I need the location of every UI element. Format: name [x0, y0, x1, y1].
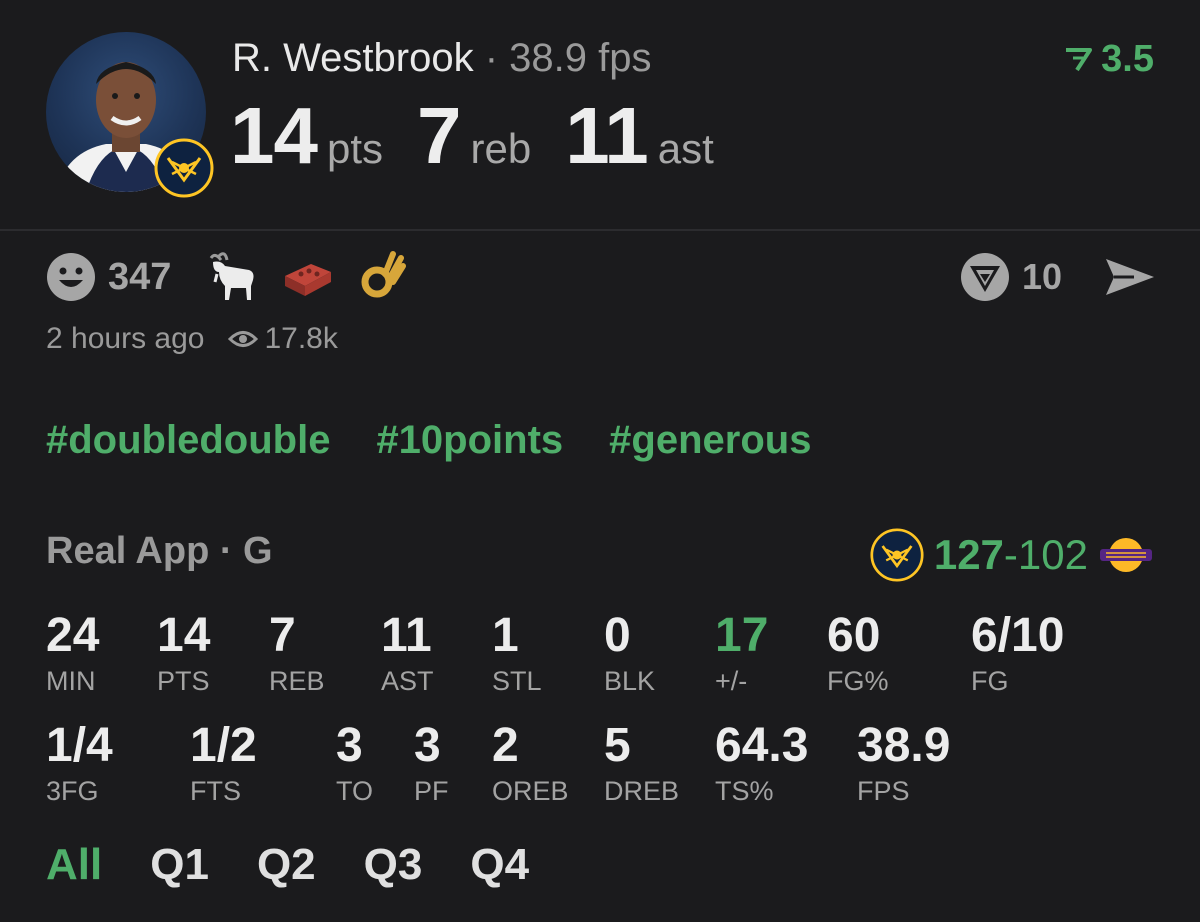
nuggets-logo-icon [870, 528, 924, 582]
stat-label: PTS [157, 666, 210, 696]
stat-to: 3 TO [336, 722, 373, 805]
stat-dreb: 5 DREB [604, 722, 679, 805]
reaction-bar: 347 [46, 250, 433, 304]
stat-value: 24 [46, 609, 100, 662]
stat-ast: 11 AST [381, 612, 434, 695]
rank-arrow-icon [1066, 47, 1093, 71]
hashtag-generous[interactable]: #generous [609, 418, 811, 463]
stat-label: MIN [46, 666, 96, 696]
stat-label: FPS [857, 776, 910, 806]
stat-stl: 1 STL [492, 612, 542, 695]
stat-label: FTS [190, 776, 241, 806]
eye-icon [228, 331, 259, 347]
stat-label: STL [492, 666, 542, 696]
headline-stats: 14 pts 7 reb 11 ast [230, 90, 748, 182]
headline-pts-unit: pts [326, 125, 384, 172]
stat-plus-minus: 17 +/- [715, 612, 768, 695]
stat-label: TS% [715, 776, 774, 806]
stat-label: BLK [604, 666, 656, 696]
stat-value: 14 [157, 609, 211, 662]
stat-oreb: 2 OREB [492, 722, 569, 805]
hashtag-10points[interactable]: #10points [376, 418, 563, 463]
post-meta: 2 hours ago 17.8k [46, 322, 338, 356]
score-dash: - [1003, 531, 1018, 578]
smiley-reaction-icon[interactable] [46, 252, 96, 302]
stat-label: AST [381, 666, 434, 696]
lakers-logo-icon [1100, 538, 1152, 572]
stat-3fg: 1/4 3FG [46, 722, 113, 805]
home-score: 127 [933, 531, 1004, 578]
stat-fps: 38.9 FPS [857, 722, 950, 805]
stat-value: 11 [381, 609, 432, 662]
tab-q4[interactable]: Q4 [470, 840, 529, 890]
period-tabs: All Q1 Q2 Q3 Q4 [46, 840, 577, 890]
headline-reb-value: 7 [417, 91, 461, 180]
view-count: 17.8k [228, 322, 338, 356]
stat-value: 7 [269, 609, 296, 662]
game-score[interactable]: 127-102 [870, 528, 1154, 582]
stat-label: DREB [604, 776, 680, 806]
stat-label: +/- [715, 666, 748, 696]
real-tag-icon[interactable] [960, 252, 1010, 302]
stat-value: 0 [604, 609, 631, 662]
stat-pts: 14 PTS [157, 612, 210, 695]
stat-min: 24 MIN [46, 612, 99, 695]
rank-badge[interactable]: 3.5 [1063, 38, 1154, 81]
stat-value: 6/10 [971, 609, 1065, 662]
stat-reb: 7 REB [269, 612, 325, 695]
tab-q2[interactable]: Q2 [257, 840, 316, 890]
divider [0, 229, 1200, 231]
goat-emoji-icon[interactable] [205, 250, 259, 304]
away-score: 102 [1017, 531, 1088, 578]
stat-value: 1/2 [190, 719, 257, 772]
stat-label: FG [971, 666, 1009, 696]
send-icon[interactable] [1104, 255, 1156, 299]
stat-value: 3 [414, 719, 441, 772]
stat-label: 3FG [46, 776, 99, 806]
stat-value: 5 [604, 719, 631, 772]
brick-emoji-icon[interactable] [281, 250, 335, 304]
ok-hand-emoji-icon[interactable] [357, 250, 411, 304]
stat-value: 60 [827, 609, 881, 662]
stat-value: 2 [492, 719, 519, 772]
view-count-value: 17.8k [264, 322, 338, 355]
headline-reb-unit: reb [470, 125, 532, 172]
headline-pts-value: 14 [230, 91, 318, 180]
separator-dot: · [484, 36, 499, 80]
headline-ast-value: 11 [565, 91, 649, 180]
reaction-count: 347 [108, 255, 172, 298]
tab-q3[interactable]: Q3 [364, 840, 423, 890]
stat-value: 17 [715, 609, 769, 662]
stats-source: Real App · G [46, 530, 273, 572]
player-name[interactable]: R. Westbrook [232, 36, 474, 80]
tab-all[interactable]: All [46, 840, 102, 890]
stat-label: OREB [492, 776, 569, 806]
stat-ts-pct: 64.3 TS% [715, 722, 808, 805]
player-name-line: R. Westbrook · 38.9 fps [232, 36, 651, 81]
stat-fg-pct: 60 FG% [827, 612, 889, 695]
hashtag-doubledouble[interactable]: #doubledouble [46, 418, 330, 463]
fantasy-points: 38.9 fps [509, 36, 652, 80]
share-block: 10 [960, 250, 1156, 304]
nuggets-logo-icon [154, 138, 214, 198]
hashtags: #doubledouble #10points #generous [46, 418, 811, 463]
stat-fg: 6/10 FG [971, 612, 1064, 695]
stat-label: FG% [827, 666, 889, 696]
stat-value: 38.9 [857, 719, 951, 772]
stat-value: 64.3 [715, 719, 809, 772]
timestamp: 2 hours ago [46, 322, 205, 355]
stat-value: 1/4 [46, 719, 113, 772]
stat-fts: 1/2 FTS [190, 722, 257, 805]
stat-label: TO [336, 776, 374, 806]
stat-value: 1 [492, 609, 519, 662]
stat-pf: 3 PF [414, 722, 449, 805]
tab-q1[interactable]: Q1 [150, 840, 209, 890]
rank-value: 3.5 [1101, 38, 1154, 80]
stat-blk: 0 BLK [604, 612, 655, 695]
tag-count: 10 [1021, 256, 1062, 297]
stat-label: PF [414, 776, 449, 806]
stat-value: 3 [336, 719, 363, 772]
headline-ast-unit: ast [657, 125, 714, 172]
stat-label: REB [269, 666, 325, 696]
